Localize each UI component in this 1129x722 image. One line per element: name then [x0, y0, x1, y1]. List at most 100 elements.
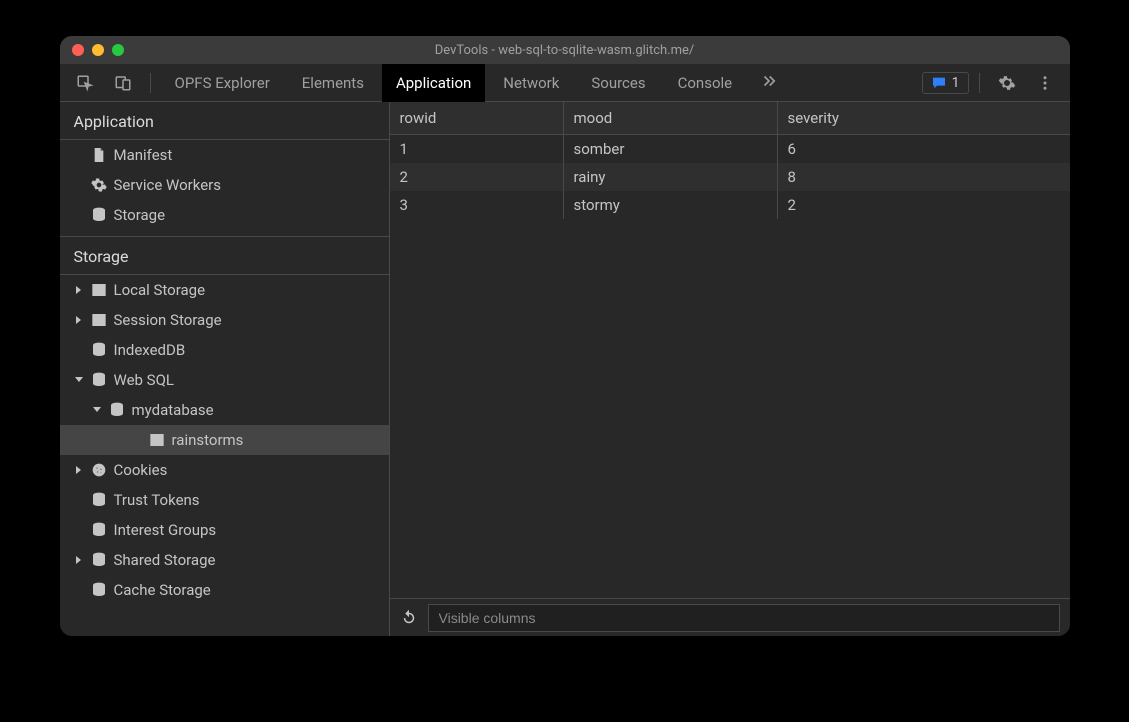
dots-vertical-icon [1036, 74, 1054, 92]
chevron-down-icon [74, 375, 84, 385]
settings-button[interactable] [990, 68, 1024, 98]
sidebar-item-label: IndexedDB [114, 341, 186, 359]
toolbar-separator [150, 73, 151, 93]
sidebar-item-web-sql[interactable]: Web SQL [60, 365, 389, 395]
table-cell: 3 [390, 191, 564, 219]
table-cell: somber [564, 135, 778, 163]
inspect-element-button[interactable] [68, 68, 102, 98]
cookie-icon [90, 461, 108, 479]
column-header-severity[interactable]: severity [778, 102, 1070, 134]
application-sidebar: Application Manifest Service Workers Storag… [60, 102, 390, 636]
sidebar-item-label: Web SQL [114, 371, 174, 389]
devtools-window: DevTools - web-sql-to-sqlite-wasm.glitch… [60, 36, 1070, 636]
device-toggle-button[interactable] [106, 68, 140, 98]
sidebar-item-trust-tokens[interactable]: Trust Tokens [60, 485, 389, 515]
table-cell: 2 [778, 191, 1070, 219]
sidebar-item-label: Trust Tokens [114, 491, 200, 509]
window-titlebar: DevTools - web-sql-to-sqlite-wasm.glitch… [60, 36, 1070, 64]
table-cell: 2 [390, 163, 564, 191]
tabs-overflow-button[interactable] [750, 72, 788, 94]
sidebar-item-cookies[interactable]: Cookies [60, 455, 389, 485]
gear-icon [90, 176, 108, 194]
sidebar-item-manifest[interactable]: Manifest [60, 140, 389, 170]
window-title: DevTools - web-sql-to-sqlite-wasm.glitch… [435, 43, 695, 58]
refresh-button[interactable] [400, 609, 418, 627]
chevron-right-icon [74, 285, 84, 295]
sidebar-item-indexeddb[interactable]: IndexedDB [60, 335, 389, 365]
sidebar-item-shared-storage[interactable]: Shared Storage [60, 545, 389, 575]
table-panel: rowidmoodseverity 1somber62rainy83stormy… [390, 102, 1070, 636]
tab-sources[interactable]: Sources [577, 64, 659, 102]
database-icon [90, 521, 108, 539]
sidebar-item-label: Interest Groups [114, 521, 217, 539]
table-row[interactable]: 2rainy8 [390, 163, 1070, 191]
sidebar-item-label: Cookies [114, 461, 168, 479]
table-header-row: rowidmoodseverity [390, 102, 1070, 135]
sidebar-item-label: Service Workers [114, 176, 221, 194]
table-cell: 6 [778, 135, 1070, 163]
issues-badge[interactable]: 1 [922, 72, 969, 94]
sidebar-section-header: Application [60, 102, 389, 140]
device-icon [114, 74, 132, 92]
sidebar-section-header: Storage [60, 236, 389, 275]
data-table: rowidmoodseverity 1somber62rainy83stormy… [390, 102, 1070, 598]
tab-console[interactable]: Console [664, 64, 747, 102]
chevron-down-icon [92, 405, 102, 415]
sidebar-item-session-storage[interactable]: Session Storage [60, 305, 389, 335]
database-icon [90, 371, 108, 389]
sidebar-item-label: Manifest [114, 146, 173, 164]
database-icon [90, 491, 108, 509]
database-icon [90, 581, 108, 599]
sidebar-item-cache-storage[interactable]: Cache Storage [60, 575, 389, 605]
table-bottombar [390, 598, 1070, 636]
table-cell: stormy [564, 191, 778, 219]
database-icon [90, 206, 108, 224]
sidebar-item-interest-groups[interactable]: Interest Groups [60, 515, 389, 545]
database-icon [90, 341, 108, 359]
kebab-menu-button[interactable] [1028, 68, 1062, 98]
sidebar-item-local-storage[interactable]: Local Storage [60, 275, 389, 305]
sidebar-item-service-workers[interactable]: Service Workers [60, 170, 389, 200]
table-body: 1somber62rainy83stormy2 [390, 135, 1070, 219]
table-icon [90, 311, 108, 329]
tab-application[interactable]: Application [382, 64, 485, 102]
sidebar-item-storage[interactable]: Storage [60, 200, 389, 230]
column-header-rowid[interactable]: rowid [390, 102, 564, 134]
traffic-lights [72, 44, 124, 56]
close-button[interactable] [72, 44, 84, 56]
visible-columns-input[interactable] [428, 604, 1060, 632]
sidebar-item-mydatabase[interactable]: mydatabase [60, 395, 389, 425]
chevron-double-right-icon [760, 72, 778, 90]
sidebar-item-rainstorms[interactable]: rainstorms [60, 425, 389, 455]
table-icon [148, 431, 166, 449]
chevron-right-icon [74, 555, 84, 565]
table-row[interactable]: 3stormy2 [390, 191, 1070, 219]
database-icon [108, 401, 126, 419]
tab-opfs-explorer[interactable]: OPFS Explorer [161, 64, 284, 102]
sidebar-item-label: rainstorms [172, 431, 244, 449]
tab-network[interactable]: Network [489, 64, 573, 102]
maximize-button[interactable] [112, 44, 124, 56]
table-cell: 1 [390, 135, 564, 163]
tab-elements[interactable]: Elements [288, 64, 378, 102]
main-content: Application Manifest Service Workers Storag… [60, 102, 1070, 636]
message-icon [931, 75, 947, 91]
chevron-right-icon [74, 465, 84, 475]
main-toolbar: OPFS ExplorerElementsApplicationNetworkS… [60, 64, 1070, 102]
inspect-icon [76, 74, 94, 92]
table-cell: rainy [564, 163, 778, 191]
table-icon [90, 281, 108, 299]
sidebar-item-label: Cache Storage [114, 581, 211, 599]
database-icon [90, 551, 108, 569]
table-row[interactable]: 1somber6 [390, 135, 1070, 163]
sidebar-item-label: mydatabase [132, 401, 214, 419]
minimize-button[interactable] [92, 44, 104, 56]
column-header-mood[interactable]: mood [564, 102, 778, 134]
toolbar-separator [979, 73, 980, 93]
sidebar-item-label: Local Storage [114, 281, 206, 299]
gear-icon [998, 74, 1016, 92]
sidebar-item-label: Storage [114, 206, 166, 224]
chevron-right-icon [74, 315, 84, 325]
file-icon [90, 146, 108, 164]
refresh-icon [400, 609, 418, 627]
